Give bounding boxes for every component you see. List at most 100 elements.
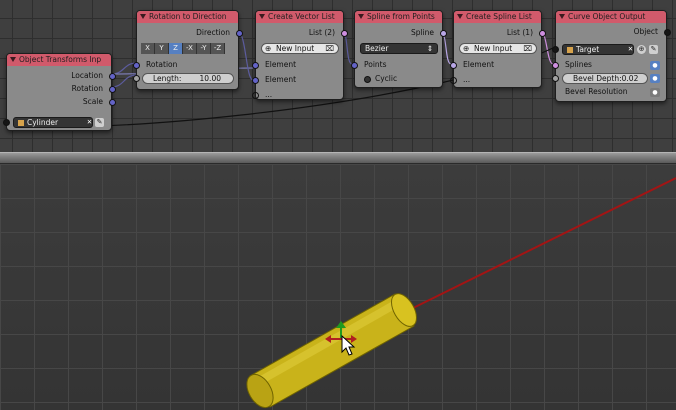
location-socket[interactable] [109,73,116,80]
output-rotation: Rotation [71,84,103,93]
rotation-input-socket[interactable] [133,62,140,69]
collapse-arrow-icon[interactable] [559,14,565,19]
plus-icon: ⊕ [265,44,272,53]
output-object: Object [633,27,658,36]
node-spline-from-points[interactable]: Spline from Points Spline Bezier ⇕ Point… [351,10,447,88]
plus-icon: ⊕ [463,44,470,53]
node-create-spline-list[interactable]: Create Spline List List (1) ⊕ New Input … [450,10,546,88]
target-value: Target [576,45,600,54]
axis-neg-x[interactable]: -X [183,43,197,54]
axis-y[interactable]: Y [155,43,169,54]
node-header[interactable]: Object Transforms Inp [7,54,111,66]
element-socket[interactable] [450,62,457,69]
direction-socket[interactable] [236,30,243,37]
node-title: Create Vector List [268,12,335,21]
mouse-cursor-icon [341,335,356,356]
element-1-socket[interactable] [252,62,259,69]
collapse-arrow-icon[interactable] [457,14,463,19]
new-input-label: New Input [474,44,513,53]
more-socket[interactable] [450,77,457,84]
length-input-socket[interactable] [133,75,140,82]
spline-type-value: Bezier [365,44,389,53]
output-scale: Scale [82,97,103,106]
spline-output-socket[interactable] [440,30,447,37]
input-more: ... [463,75,471,84]
collapse-arrow-icon[interactable] [358,14,364,19]
node-editor[interactable]: Object Transforms Inp Location Rotation … [0,0,676,152]
output-location: Location [71,71,103,80]
new-input-button[interactable]: ⊕ New Input ⌧ [459,43,537,54]
collapse-arrow-icon[interactable] [140,14,146,19]
input-element-2: Element [265,75,297,84]
list-output-socket[interactable] [539,30,546,37]
target-field[interactable]: Target [562,44,634,55]
node-header[interactable]: Rotation to Direction [137,11,238,23]
list-output-socket[interactable] [341,30,348,37]
length-value: 10.00 [199,74,221,83]
remove-icon[interactable]: ⌧ [523,44,532,53]
plus-icon[interactable]: ⊕ [637,45,646,54]
length-label: Length: [153,74,182,83]
remove-icon[interactable]: ⌧ [325,44,334,53]
collapse-arrow-icon[interactable] [10,57,16,62]
axis-neg-z[interactable]: -Z [211,43,225,54]
node-create-vector-list[interactable]: Create Vector List List (2) ⊕ New Input … [252,10,348,100]
new-input-button[interactable]: ⊕ New Input ⌧ [261,43,339,54]
clear-icon[interactable]: ✕ [85,118,94,127]
bevel-resolution-toggle-icon[interactable]: ● [650,88,660,97]
splines-toggle-icon[interactable]: ● [650,61,660,70]
output-direction: Direction [196,28,230,37]
node-title: Spline from Points [367,12,435,21]
object-value: Cylinder [27,118,59,127]
node-header[interactable]: Curve Object Output [556,11,666,23]
node-title: Curve Object Output [568,12,646,21]
axis-selector[interactable]: X Y Z -X -Y -Z [141,43,225,54]
target-input-socket[interactable] [552,46,559,53]
object-icon [567,47,573,53]
node-header[interactable]: Create Vector List [256,11,343,23]
clear-icon[interactable]: ✕ [626,45,635,54]
node-title: Object Transforms Inp [19,55,102,64]
axis-z[interactable]: Z [169,43,183,54]
input-points: Points [364,60,387,69]
object-input-socket[interactable] [3,119,10,126]
bevel-depth-socket[interactable] [552,75,559,82]
cylinder-object[interactable] [241,289,421,410]
node-rotation-to-direction[interactable]: Rotation to Direction Direction X Y Z -X… [133,10,243,90]
object-field[interactable]: Cylinder [13,117,93,128]
points-socket[interactable] [351,62,358,69]
node-object-transforms-input[interactable]: Object Transforms Inp Location Rotation … [3,53,116,131]
eyedropper-icon[interactable]: ✎ [649,45,658,54]
input-rotation: Rotation [146,60,178,69]
dropdown-arrows-icon: ⇕ [426,44,433,53]
3d-viewport[interactable] [0,164,676,410]
output-spline: Spline [410,28,434,37]
spline-type-dropdown[interactable]: Bezier ⇕ [360,43,438,54]
input-element-1: Element [265,60,297,69]
bevel-depth-field[interactable]: Bevel Depth:0.02 [562,73,648,84]
rotation-socket[interactable] [109,86,116,93]
direction-line [404,177,676,313]
node-header[interactable]: Create Spline List [454,11,541,23]
axis-neg-y[interactable]: -Y [197,43,211,54]
element-2-socket[interactable] [252,77,259,84]
splines-socket[interactable] [552,62,559,69]
object-output-socket[interactable] [664,29,671,36]
axis-x[interactable]: X [141,43,155,54]
eyedropper-icon[interactable]: ✎ [95,118,104,127]
cyclic-checkbox-icon[interactable] [364,76,371,83]
node-title: Create Spline List [466,12,532,21]
editor-divider[interactable] [0,152,676,164]
length-field[interactable]: Length: 10.00 [142,73,234,84]
collapse-arrow-icon[interactable] [259,14,265,19]
output-list: List (2) [308,28,335,37]
scale-socket[interactable] [109,99,116,106]
object-icon [18,120,24,126]
node-header[interactable]: Spline from Points [355,11,442,23]
input-more: ... [265,90,273,99]
bevel-depth-toggle-icon[interactable]: ● [650,74,660,83]
more-socket[interactable] [252,92,259,99]
output-list: List (1) [506,28,533,37]
new-input-label: New Input [276,44,315,53]
node-curve-object-output[interactable]: Curve Object Output Object Target ✕ ⊕ ✎ … [552,10,671,102]
